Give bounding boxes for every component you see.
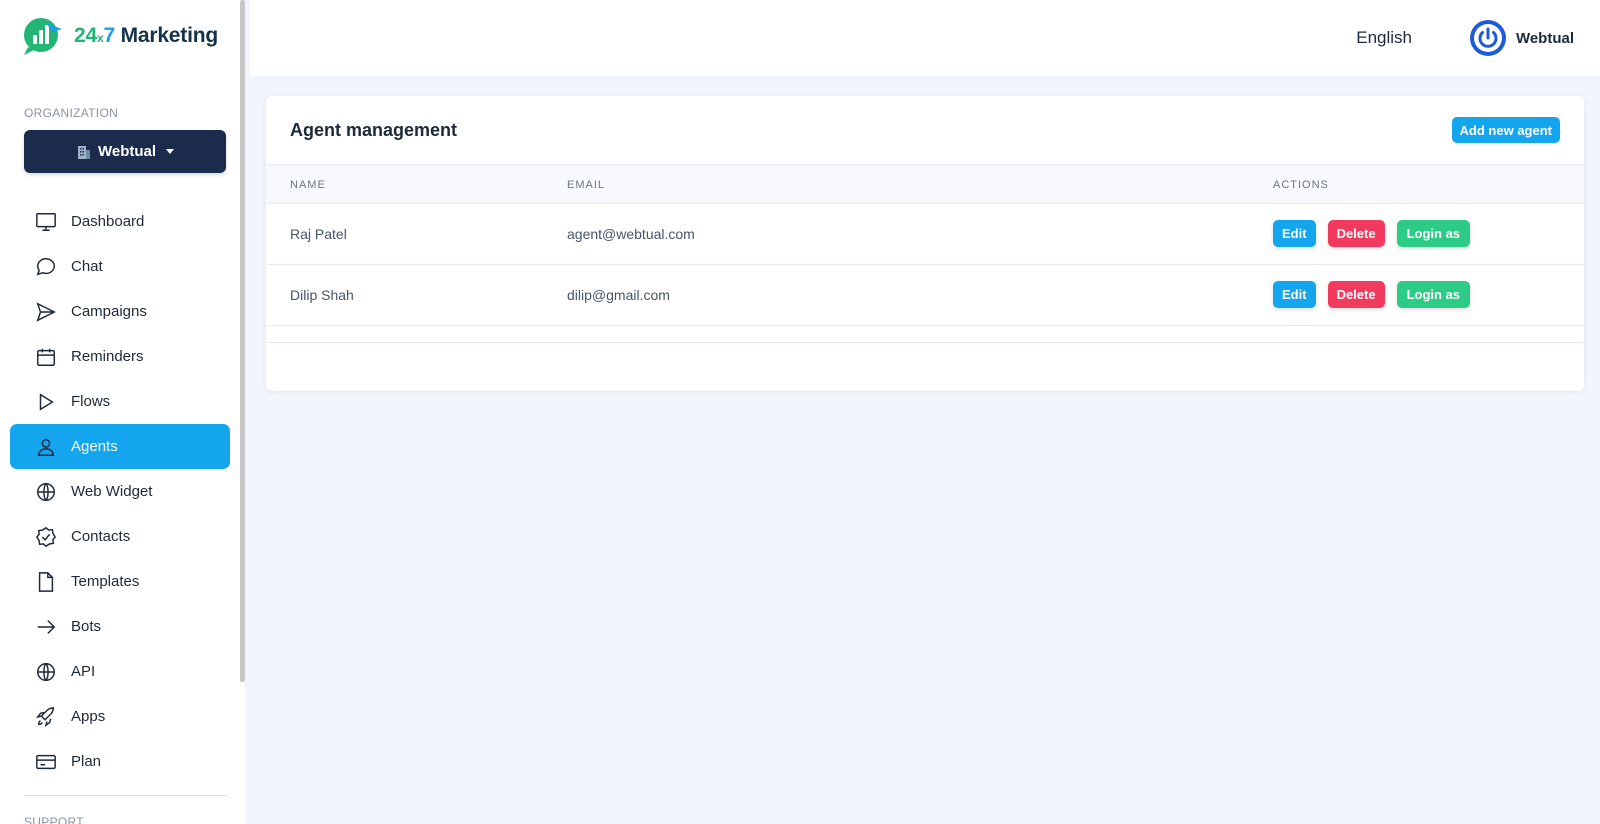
sidebar-scrollbar[interactable] <box>240 0 245 682</box>
agent-management-card: Agent management Add new agent NAME EMAI… <box>266 96 1584 391</box>
sidebar-item-label: API <box>71 663 96 680</box>
delete-button[interactable]: Delete <box>1327 220 1385 247</box>
building-icon <box>77 145 90 159</box>
logo-chart-icon <box>24 18 62 55</box>
login-as-button[interactable]: Login as <box>1396 281 1471 308</box>
row-actions: Edit Delete Login as <box>1273 281 1471 308</box>
table-header: NAME EMAIL ACTIONS <box>266 164 1584 204</box>
brand-name: 24x7 Marketing <box>74 24 218 47</box>
edit-button[interactable]: Edit <box>1273 281 1316 308</box>
login-as-button[interactable]: Login as <box>1396 220 1471 247</box>
arrow-right-icon <box>37 619 56 634</box>
table-footer-divider <box>266 342 1584 343</box>
sidebar-item-label: Reminders <box>71 348 144 365</box>
sidebar-item-label: Chat <box>71 258 103 275</box>
sidebar: 24x7 Marketing ORGANIZATION Webtual Dash… <box>0 0 245 824</box>
column-header-name: NAME <box>290 179 326 191</box>
monitor-icon <box>36 212 56 231</box>
sidebar-item-plan[interactable]: Plan <box>10 739 230 784</box>
sidebar-item-web-widget[interactable]: Web Widget <box>10 469 230 514</box>
sidebar-item-contacts[interactable]: Contacts <box>10 514 230 559</box>
sidebar-item-label: Bots <box>71 618 102 635</box>
sidebar-item-label: Contacts <box>71 528 131 545</box>
play-icon <box>39 392 54 411</box>
sidebar-divider <box>24 795 226 796</box>
sidebar-item-templates[interactable]: Templates <box>10 559 230 604</box>
agents-table: NAME EMAIL ACTIONS Raj Patel agent@webtu… <box>266 164 1584 326</box>
add-new-agent-button[interactable]: Add new agent <box>1451 117 1560 143</box>
sidebar-item-label: Agents <box>71 438 118 455</box>
organization-name: Webtual <box>97 143 157 160</box>
send-icon <box>36 301 56 322</box>
sidebar-item-label: Templates <box>71 573 140 590</box>
organization-label: ORGANIZATION <box>24 106 119 120</box>
sidebar-item-bots[interactable]: Bots <box>10 604 230 649</box>
row-actions: Edit Delete Login as <box>1273 220 1471 247</box>
rocket-icon <box>35 706 55 727</box>
page-title: Agent management <box>290 120 458 140</box>
column-header-actions: ACTIONS <box>1273 179 1329 191</box>
sidebar-item-campaigns[interactable]: Campaigns <box>10 289 230 334</box>
sidebar-item-label: Apps <box>71 708 106 725</box>
sidebar-item-label: Plan <box>71 753 102 770</box>
chat-bubble-icon <box>36 257 55 275</box>
organization-dropdown[interactable]: Webtual <box>24 130 226 173</box>
user-menu[interactable]: Webtual <box>1469 20 1574 56</box>
power-icon <box>1469 20 1506 56</box>
globe-icon <box>37 662 55 681</box>
sidebar-item-chat[interactable]: Chat <box>10 244 230 289</box>
agent-name: Raj Patel <box>290 226 347 242</box>
sidebar-item-reminders[interactable]: Reminders <box>10 334 230 379</box>
sidebar-item-label: Dashboard <box>71 213 145 230</box>
file-icon <box>38 571 54 592</box>
sidebar-item-label: Campaigns <box>71 303 147 320</box>
column-header-email: EMAIL <box>567 179 606 191</box>
sidebar-item-label: Web Widget <box>71 483 153 500</box>
sidebar-item-agents[interactable]: Agents <box>10 424 230 469</box>
table-row: Raj Patel agent@webtual.com Edit Delete … <box>266 204 1584 265</box>
calendar-icon <box>37 348 55 366</box>
support-label: SUPPORT <box>24 815 84 824</box>
brand-logo[interactable]: 24x7 Marketing <box>22 14 218 58</box>
sidebar-item-label: Flows <box>71 393 111 410</box>
table-row: Dilip Shah dilip@gmail.com Edit Delete L… <box>266 265 1584 326</box>
sidebar-nav: Dashboard Chat Campaigns Reminders Flows… <box>10 199 230 784</box>
badge-check-icon <box>35 526 57 547</box>
agent-email: dilip@gmail.com <box>567 287 670 303</box>
agent-email: agent@webtual.com <box>567 226 695 242</box>
agent-name: Dilip Shah <box>290 287 354 303</box>
sidebar-item-flows[interactable]: Flows <box>10 379 230 424</box>
user-name: Webtual <box>1515 29 1574 47</box>
edit-button[interactable]: Edit <box>1273 220 1316 247</box>
globe-icon <box>37 482 55 501</box>
sidebar-item-api[interactable]: API <box>10 649 230 694</box>
language-selector[interactable]: English <box>1356 28 1412 48</box>
chevron-down-icon <box>166 149 175 154</box>
top-bar: English Webtual <box>250 0 1600 76</box>
delete-button[interactable]: Delete <box>1327 281 1385 308</box>
credit-card-icon <box>36 754 56 769</box>
sidebar-item-apps[interactable]: Apps <box>10 694 230 739</box>
user-icon <box>37 438 55 456</box>
sidebar-item-dashboard[interactable]: Dashboard <box>10 199 230 244</box>
